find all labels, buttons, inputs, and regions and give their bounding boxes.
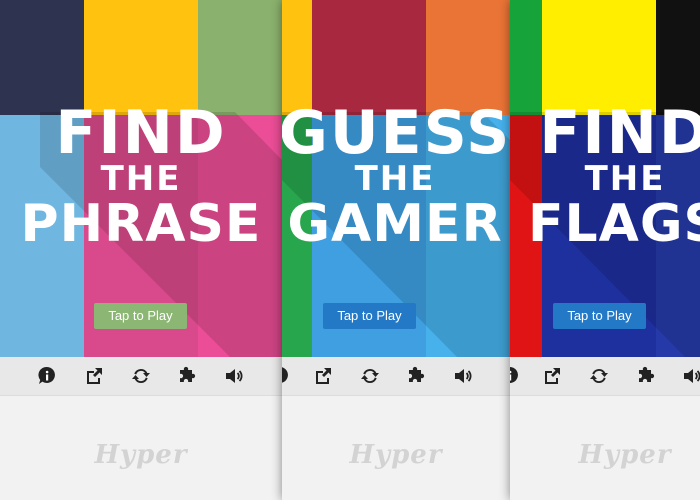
toolbar [0, 357, 282, 396]
footer: Hyper [282, 396, 510, 500]
puzzle-icon[interactable] [636, 366, 656, 386]
title-line-2: THE [354, 159, 436, 199]
toolbar [282, 357, 510, 396]
volume-icon[interactable] [224, 366, 244, 386]
title-line-3: FLAGS [527, 194, 700, 254]
share-icon[interactable] [313, 366, 333, 386]
title-hero: FIND THE PHRASE Tap to Play [0, 0, 282, 357]
info-icon[interactable] [282, 366, 290, 386]
info-icon[interactable] [37, 366, 57, 386]
color-block [510, 0, 542, 115]
refresh-icon[interactable] [131, 366, 151, 386]
share-icon[interactable] [542, 366, 562, 386]
toolbar [510, 357, 700, 396]
footer: Hyper [510, 396, 700, 500]
title-line-2: THE [584, 159, 666, 199]
share-icon[interactable] [84, 366, 104, 386]
game-card-find-the-flags: FIND THE FLAGS Tap to Play Hyper [510, 0, 700, 500]
game-card-find-the-phrase: FIND THE PHRASE Tap to Play Hyper [0, 0, 282, 500]
tap-to-play-button[interactable]: Tap to Play [323, 303, 416, 329]
volume-icon[interactable] [453, 366, 473, 386]
refresh-icon[interactable] [589, 366, 609, 386]
volume-icon[interactable] [682, 366, 700, 386]
hyper-logo: Hyper [578, 440, 672, 470]
title-hero: FIND THE FLAGS Tap to Play [510, 0, 700, 357]
puzzle-icon[interactable] [406, 366, 426, 386]
info-icon[interactable] [510, 366, 520, 386]
hyper-logo: Hyper [349, 440, 443, 470]
footer: Hyper [0, 396, 282, 500]
title-line-1: FIND [55, 98, 227, 168]
hyper-logo: Hyper [94, 440, 188, 470]
refresh-icon[interactable] [360, 366, 380, 386]
tap-to-play-button[interactable]: Tap to Play [94, 303, 187, 329]
title-line-3: GAMER [287, 194, 503, 254]
title-line-3: PHRASE [20, 194, 262, 254]
title-line-1: GUESS [282, 98, 510, 168]
puzzle-icon[interactable] [177, 366, 197, 386]
title-hero: GUESS THE GAMER Tap to Play [282, 0, 510, 357]
title-line-1: FIND [539, 98, 700, 168]
title-line-2: THE [100, 159, 182, 199]
game-card-guess-the-gamer: GUESS THE GAMER Tap to Play Hyper [282, 0, 510, 500]
tap-to-play-button[interactable]: Tap to Play [553, 303, 646, 329]
